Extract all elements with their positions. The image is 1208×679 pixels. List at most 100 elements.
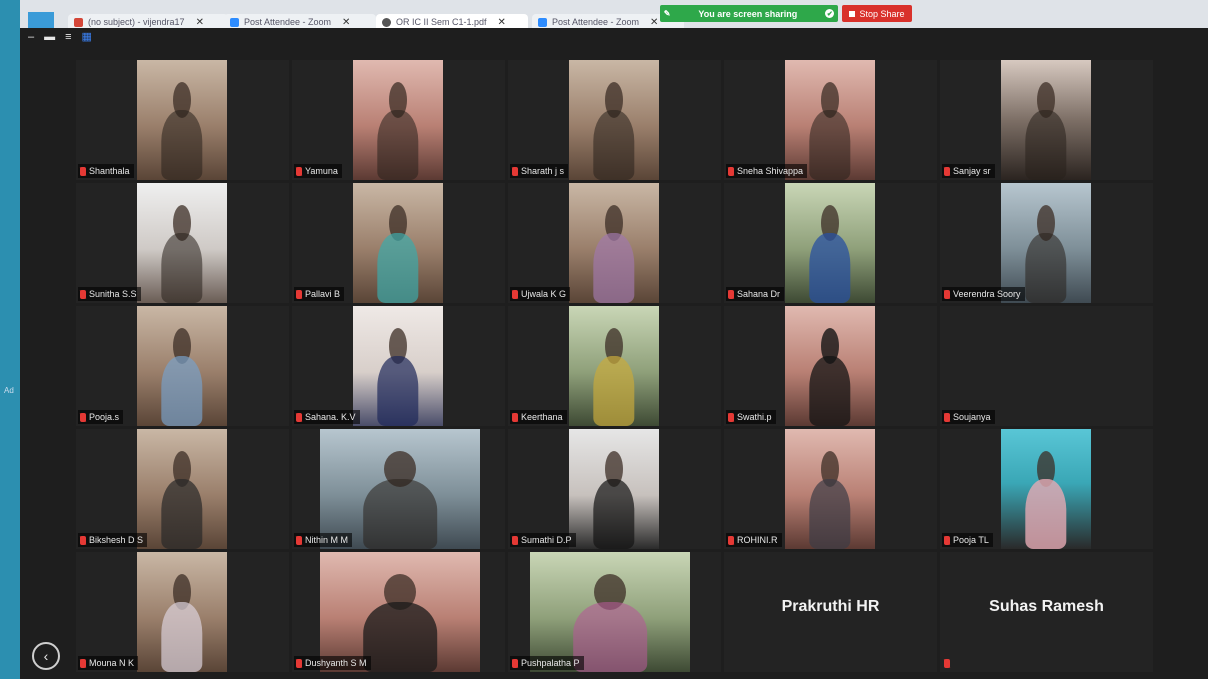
- mic-muted-icon: [944, 166, 950, 176]
- participant-tile[interactable]: Sunitha S.S: [76, 183, 289, 303]
- participant-name-tag: Sharath j s: [510, 164, 569, 178]
- participant-name-tag: Nithin M M: [294, 533, 353, 547]
- mic-muted-icon: [728, 166, 734, 176]
- close-icon[interactable]: ✕: [650, 17, 658, 28]
- participant-name: Veerendra Soory: [953, 289, 1021, 299]
- participant-name: Sanjay sr: [953, 166, 991, 176]
- sharing-status: You are screen sharing: [698, 8, 798, 19]
- mic-muted-icon: [296, 289, 302, 299]
- participant-video: [785, 429, 875, 549]
- menu-icon[interactable]: ≡: [65, 32, 71, 43]
- browser-tab-label: (no subject) - vijendra17: [88, 17, 185, 27]
- participant-tile[interactable]: Sahana. K.V: [292, 306, 505, 426]
- mic-muted-icon: [944, 289, 950, 299]
- participant-name-tag: Pallavi B: [294, 287, 345, 301]
- gmail-icon: [74, 17, 83, 27]
- participant-name: Mouna N K: [89, 658, 135, 668]
- participant-tile[interactable]: Sahana Dr: [724, 183, 937, 303]
- participant-name-tag: Pooja TL: [942, 533, 993, 547]
- participant-tile[interactable]: Pooja.s: [76, 306, 289, 426]
- participant-video: [569, 306, 659, 426]
- participant-name-tag: Sahana. K.V: [294, 410, 360, 424]
- participant-tile[interactable]: Pushpalatha P: [508, 552, 721, 672]
- participant-name: Pallavi B: [305, 289, 341, 299]
- close-icon[interactable]: ✕: [196, 17, 204, 28]
- participant-tile[interactable]: Ujwala K G: [508, 183, 721, 303]
- participant-tile[interactable]: Shanthala: [76, 60, 289, 180]
- minimize-icon[interactable]: –: [28, 32, 34, 43]
- participant-name: Sahana. K.V: [305, 412, 356, 422]
- participant-display-name: Suhas Ramesh: [989, 598, 1104, 615]
- participant-tile[interactable]: Sharath j s: [508, 60, 721, 180]
- participant-name-tag: Bikshesh D S: [78, 533, 148, 547]
- mic-muted-icon: [296, 535, 302, 545]
- participant-video: [569, 60, 659, 180]
- participant-name-tag: Sahana Dr: [726, 287, 785, 301]
- browser-tab-label: Post Attendee - Zoom: [244, 17, 332, 27]
- participant-name-tag: Sumathi D.P: [510, 533, 576, 547]
- participant-name-tag: Soujanya: [942, 410, 995, 424]
- participant-video: [785, 183, 875, 303]
- participant-tile[interactable]: Yamuna: [292, 60, 505, 180]
- participant-tile[interactable]: Sanjay sr: [940, 60, 1153, 180]
- participant-name: Bikshesh D S: [89, 535, 144, 545]
- close-icon[interactable]: ✕: [342, 17, 350, 28]
- participant-video: [137, 60, 227, 180]
- stop-share-button[interactable]: Stop Share: [842, 5, 912, 22]
- participant-video: [569, 429, 659, 549]
- participant-tile[interactable]: Sneha Shivappa: [724, 60, 937, 180]
- participant-tile[interactable]: Sumathi D.P: [508, 429, 721, 549]
- participant-name-tag: Sunitha S.S: [78, 287, 141, 301]
- participant-tile[interactable]: Suhas Ramesh: [940, 552, 1153, 672]
- mic-muted-icon: [296, 412, 302, 422]
- screen-sharing-bar: ✎ You are screen sharing ✔: [660, 5, 838, 22]
- participant-name: Dushyanth S M: [305, 658, 367, 668]
- zoom-icon: [538, 17, 547, 27]
- participant-video: [530, 552, 690, 672]
- mic-muted-icon: [296, 658, 302, 668]
- participant-tile[interactable]: Pooja TL: [940, 429, 1153, 549]
- participant-tile[interactable]: Dushyanth S M: [292, 552, 505, 672]
- participant-tile[interactable]: Bikshesh D S: [76, 429, 289, 549]
- participant-display-name: Prakruthi HR: [781, 598, 880, 615]
- back-page-button[interactable]: ‹: [32, 642, 60, 670]
- close-icon[interactable]: ✕: [498, 17, 506, 28]
- participant-tile[interactable]: ROHINI.R: [724, 429, 937, 549]
- browser-tab-label: OR IC II Sem C1-1.pdf: [396, 17, 487, 27]
- side-label: Ad: [4, 386, 14, 395]
- participant-name: Pooja.s: [89, 412, 120, 422]
- stop-icon: [849, 10, 856, 17]
- participant-name: Pushpalatha P: [521, 658, 580, 668]
- participant-name-tag: [942, 656, 954, 670]
- participant-tile[interactable]: Swathi.p: [724, 306, 937, 426]
- participant-tile[interactable]: Veerendra Soory: [940, 183, 1153, 303]
- participant-video: [137, 552, 227, 672]
- participant-tile[interactable]: Prakruthi HR: [724, 552, 937, 672]
- checkmark-icon: ✔: [825, 9, 835, 18]
- zoom-meeting-window: – ▬ ≡ ▦ Shanthala Yamuna Sharath j s Sne…: [20, 28, 1208, 679]
- participant-name-tag: Dushyanth S M: [294, 656, 371, 670]
- participant-name: Pooja TL: [953, 535, 989, 545]
- mic-muted-icon: [512, 166, 518, 176]
- participant-tile[interactable]: Mouna N K: [76, 552, 289, 672]
- participant-tile[interactable]: Pallavi B: [292, 183, 505, 303]
- participant-name-tag: Veerendra Soory: [942, 287, 1025, 301]
- mic-muted-icon: [512, 658, 518, 668]
- gallery-view-icon[interactable]: ▦: [82, 32, 92, 43]
- window-controls: – ▬ ≡ ▦: [28, 32, 92, 43]
- participant-name-tag: Shanthala: [78, 164, 134, 178]
- participant-name-tag: ROHINI.R: [726, 533, 782, 547]
- participant-name-tag: Pushpalatha P: [510, 656, 584, 670]
- participant-name-tag: Keerthana: [510, 410, 567, 424]
- participant-name: Sahana Dr: [737, 289, 781, 299]
- restore-icon[interactable]: ▬: [44, 32, 55, 43]
- participant-tile[interactable]: Keerthana: [508, 306, 721, 426]
- participant-tile[interactable]: Soujanya: [940, 306, 1153, 426]
- participant-video: [569, 183, 659, 303]
- participant-tile[interactable]: Nithin M M: [292, 429, 505, 549]
- mic-muted-icon: [296, 166, 302, 176]
- participant-name: Yamuna: [305, 166, 338, 176]
- mic-muted-icon: [512, 412, 518, 422]
- participant-video: [353, 60, 443, 180]
- zoom-icon: [230, 17, 239, 27]
